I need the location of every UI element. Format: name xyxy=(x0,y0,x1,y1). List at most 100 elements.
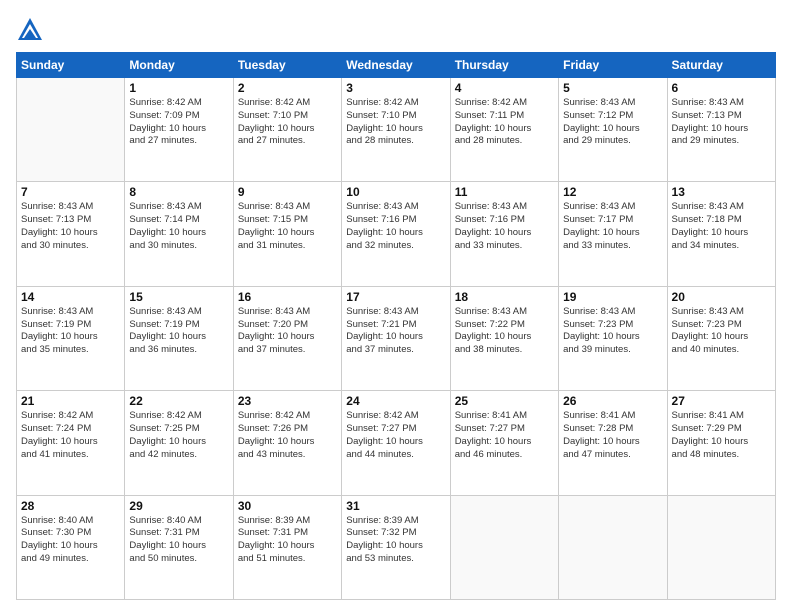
day-info: Sunrise: 8:43 AM Sunset: 7:23 PM Dayligh… xyxy=(672,306,771,357)
day-number: 10 xyxy=(346,185,445,199)
day-info: Sunrise: 8:43 AM Sunset: 7:15 PM Dayligh… xyxy=(238,201,337,252)
calendar-cell: 30 Sunrise: 8:39 AM Sunset: 7:31 PM Dayli… xyxy=(233,495,341,599)
calendar-cell: 31 Sunrise: 8:39 AM Sunset: 7:32 PM Dayli… xyxy=(342,495,450,599)
day-number: 3 xyxy=(346,81,445,95)
calendar-cell: 24 Sunrise: 8:42 AM Sunset: 7:27 PM Dayli… xyxy=(342,391,450,495)
calendar-cell: 18Sunrise: 8:43 AM Sunset: 7:22 PM Dayli… xyxy=(450,286,558,390)
day-info: Sunrise: 8:39 AM Sunset: 7:31 PM Dayligh… xyxy=(238,515,337,566)
header xyxy=(16,16,776,44)
day-number: 8 xyxy=(129,185,228,199)
day-number: 30 xyxy=(238,499,337,513)
calendar-cell: 15 Sunrise: 8:43 AM Sunset: 7:19 PM Dayli… xyxy=(125,286,233,390)
calendar-cell: 11Sunrise: 8:43 AM Sunset: 7:16 PM Dayli… xyxy=(450,182,558,286)
day-header-sunday: Sunday xyxy=(17,53,125,78)
calendar-cell: 1Sunrise: 8:42 AM Sunset: 7:09 PM Daylig… xyxy=(125,78,233,182)
day-number: 23 xyxy=(238,394,337,408)
calendar-cell: 28Sunrise: 8:40 AM Sunset: 7:30 PM Dayli… xyxy=(17,495,125,599)
calendar-cell: 25 Sunrise: 8:41 AM Sunset: 7:27 PM Dayli… xyxy=(450,391,558,495)
day-info: Sunrise: 8:42 AM Sunset: 7:11 PM Dayligh… xyxy=(455,97,554,148)
day-info: Sunrise: 8:43 AM Sunset: 7:19 PM Dayligh… xyxy=(21,306,120,357)
day-number: 15 xyxy=(129,290,228,304)
day-info: Sunrise: 8:43 AM Sunset: 7:16 PM Dayligh… xyxy=(346,201,445,252)
calendar-cell: 12 Sunrise: 8:43 AM Sunset: 7:17 PM Dayli… xyxy=(559,182,667,286)
calendar-cell: 4 Sunrise: 8:42 AM Sunset: 7:11 PM Daylig… xyxy=(450,78,558,182)
calendar-week-row: 21Sunrise: 8:42 AM Sunset: 7:24 PM Dayli… xyxy=(17,391,776,495)
calendar-cell: 8 Sunrise: 8:43 AM Sunset: 7:14 PM Daylig… xyxy=(125,182,233,286)
page: SundayMondayTuesdayWednesdayThursdayFrid… xyxy=(0,0,792,612)
day-header-tuesday: Tuesday xyxy=(233,53,341,78)
logo xyxy=(16,16,48,44)
day-info: Sunrise: 8:40 AM Sunset: 7:31 PM Dayligh… xyxy=(129,515,228,566)
day-info: Sunrise: 8:42 AM Sunset: 7:10 PM Dayligh… xyxy=(346,97,445,148)
logo-icon xyxy=(16,16,44,44)
day-number: 19 xyxy=(563,290,662,304)
day-number: 7 xyxy=(21,185,120,199)
calendar-cell xyxy=(559,495,667,599)
day-number: 27 xyxy=(672,394,771,408)
day-info: Sunrise: 8:43 AM Sunset: 7:14 PM Dayligh… xyxy=(129,201,228,252)
calendar-header-row: SundayMondayTuesdayWednesdayThursdayFrid… xyxy=(17,53,776,78)
day-info: Sunrise: 8:43 AM Sunset: 7:22 PM Dayligh… xyxy=(455,306,554,357)
day-info: Sunrise: 8:43 AM Sunset: 7:19 PM Dayligh… xyxy=(129,306,228,357)
day-number: 24 xyxy=(346,394,445,408)
calendar-cell: 19 Sunrise: 8:43 AM Sunset: 7:23 PM Dayli… xyxy=(559,286,667,390)
calendar-week-row: 1Sunrise: 8:42 AM Sunset: 7:09 PM Daylig… xyxy=(17,78,776,182)
calendar-cell: 7 Sunrise: 8:43 AM Sunset: 7:13 PM Daylig… xyxy=(17,182,125,286)
day-number: 11 xyxy=(455,185,554,199)
day-info: Sunrise: 8:42 AM Sunset: 7:26 PM Dayligh… xyxy=(238,410,337,461)
day-number: 17 xyxy=(346,290,445,304)
calendar-cell: 23 Sunrise: 8:42 AM Sunset: 7:26 PM Dayli… xyxy=(233,391,341,495)
day-number: 22 xyxy=(129,394,228,408)
day-number: 6 xyxy=(672,81,771,95)
day-info: Sunrise: 8:41 AM Sunset: 7:27 PM Dayligh… xyxy=(455,410,554,461)
calendar-cell: 6Sunrise: 8:43 AM Sunset: 7:13 PM Daylig… xyxy=(667,78,775,182)
day-number: 31 xyxy=(346,499,445,513)
day-number: 9 xyxy=(238,185,337,199)
calendar-week-row: 14 Sunrise: 8:43 AM Sunset: 7:19 PM Dayli… xyxy=(17,286,776,390)
day-info: Sunrise: 8:43 AM Sunset: 7:23 PM Dayligh… xyxy=(563,306,662,357)
calendar-cell: 2 Sunrise: 8:42 AM Sunset: 7:10 PM Daylig… xyxy=(233,78,341,182)
day-info: Sunrise: 8:39 AM Sunset: 7:32 PM Dayligh… xyxy=(346,515,445,566)
calendar-cell: 21Sunrise: 8:42 AM Sunset: 7:24 PM Dayli… xyxy=(17,391,125,495)
day-header-saturday: Saturday xyxy=(667,53,775,78)
day-number: 13 xyxy=(672,185,771,199)
day-number: 26 xyxy=(563,394,662,408)
day-header-wednesday: Wednesday xyxy=(342,53,450,78)
day-number: 2 xyxy=(238,81,337,95)
calendar-cell: 14 Sunrise: 8:43 AM Sunset: 7:19 PM Dayli… xyxy=(17,286,125,390)
day-info: Sunrise: 8:43 AM Sunset: 7:20 PM Dayligh… xyxy=(238,306,337,357)
calendar-cell: 17 Sunrise: 8:43 AM Sunset: 7:21 PM Dayli… xyxy=(342,286,450,390)
calendar-cell: 22 Sunrise: 8:42 AM Sunset: 7:25 PM Dayli… xyxy=(125,391,233,495)
day-number: 29 xyxy=(129,499,228,513)
day-info: Sunrise: 8:42 AM Sunset: 7:09 PM Dayligh… xyxy=(129,97,228,148)
day-number: 25 xyxy=(455,394,554,408)
day-info: Sunrise: 8:42 AM Sunset: 7:27 PM Dayligh… xyxy=(346,410,445,461)
day-number: 14 xyxy=(21,290,120,304)
day-info: Sunrise: 8:43 AM Sunset: 7:13 PM Dayligh… xyxy=(21,201,120,252)
day-info: Sunrise: 8:43 AM Sunset: 7:21 PM Dayligh… xyxy=(346,306,445,357)
day-number: 16 xyxy=(238,290,337,304)
calendar-cell: 26Sunrise: 8:41 AM Sunset: 7:28 PM Dayli… xyxy=(559,391,667,495)
calendar-cell: 9 Sunrise: 8:43 AM Sunset: 7:15 PM Daylig… xyxy=(233,182,341,286)
calendar-week-row: 28Sunrise: 8:40 AM Sunset: 7:30 PM Dayli… xyxy=(17,495,776,599)
day-info: Sunrise: 8:42 AM Sunset: 7:10 PM Dayligh… xyxy=(238,97,337,148)
day-number: 4 xyxy=(455,81,554,95)
calendar-cell: 5Sunrise: 8:43 AM Sunset: 7:12 PM Daylig… xyxy=(559,78,667,182)
day-info: Sunrise: 8:40 AM Sunset: 7:30 PM Dayligh… xyxy=(21,515,120,566)
day-number: 12 xyxy=(563,185,662,199)
calendar-cell xyxy=(17,78,125,182)
day-number: 20 xyxy=(672,290,771,304)
calendar-cell: 10 Sunrise: 8:43 AM Sunset: 7:16 PM Dayli… xyxy=(342,182,450,286)
day-header-monday: Monday xyxy=(125,53,233,78)
day-info: Sunrise: 8:42 AM Sunset: 7:25 PM Dayligh… xyxy=(129,410,228,461)
day-info: Sunrise: 8:43 AM Sunset: 7:18 PM Dayligh… xyxy=(672,201,771,252)
calendar-cell: 29 Sunrise: 8:40 AM Sunset: 7:31 PM Dayli… xyxy=(125,495,233,599)
calendar-cell: 3 Sunrise: 8:42 AM Sunset: 7:10 PM Daylig… xyxy=(342,78,450,182)
day-number: 5 xyxy=(563,81,662,95)
day-info: Sunrise: 8:43 AM Sunset: 7:17 PM Dayligh… xyxy=(563,201,662,252)
calendar-cell xyxy=(450,495,558,599)
calendar-cell: 27Sunrise: 8:41 AM Sunset: 7:29 PM Dayli… xyxy=(667,391,775,495)
calendar-cell: 13 Sunrise: 8:43 AM Sunset: 7:18 PM Dayli… xyxy=(667,182,775,286)
calendar-week-row: 7 Sunrise: 8:43 AM Sunset: 7:13 PM Daylig… xyxy=(17,182,776,286)
calendar-table: SundayMondayTuesdayWednesdayThursdayFrid… xyxy=(16,52,776,600)
